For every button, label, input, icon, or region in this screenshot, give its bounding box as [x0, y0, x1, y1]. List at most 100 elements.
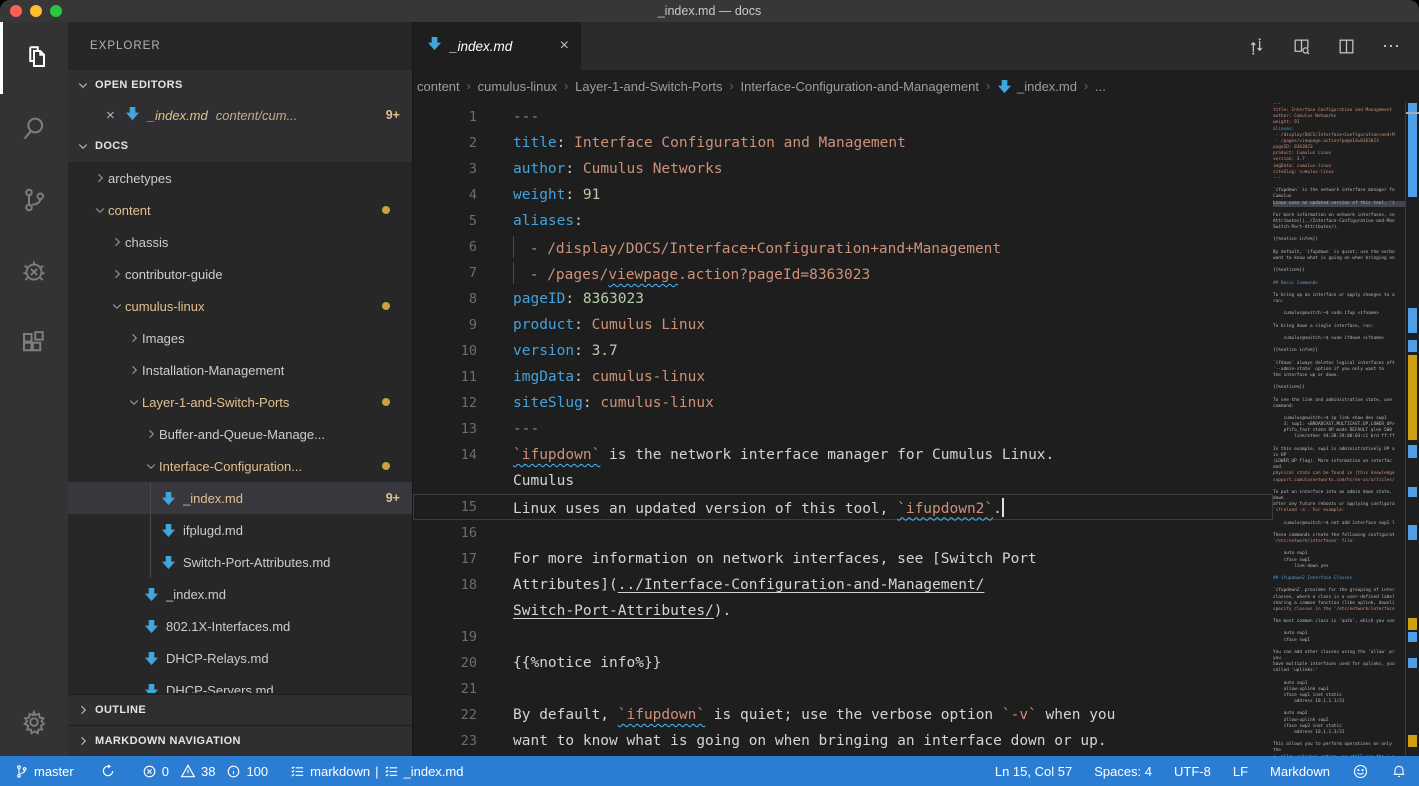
line-number: 15 — [413, 499, 477, 515]
indentation-item[interactable]: Spaces: 4 — [1094, 764, 1152, 779]
tree-folder-chassis[interactable]: chassis — [68, 226, 412, 258]
open-preview-icon[interactable] — [1292, 37, 1311, 56]
open-editor-entry[interactable]: × _index.md content/cum... 9+ — [68, 100, 412, 130]
editor-line-current[interactable]: 15Linux uses an updated version of this … — [413, 494, 1273, 520]
editor-line[interactable]: 10version: 3.7 — [413, 338, 1273, 364]
docs-section-header[interactable]: DOCS — [68, 130, 412, 162]
info-marker — [1408, 340, 1417, 352]
editor-line[interactable]: 4weight: 91 — [413, 182, 1273, 208]
line-number: 13 — [413, 421, 477, 437]
editor-line[interactable]: 12siteSlug: cumulus-linux — [413, 390, 1273, 416]
chevron-right-icon — [109, 236, 125, 248]
open-changes-icon[interactable] — [1247, 37, 1266, 56]
editor-line[interactable]: 1--- — [413, 104, 1273, 130]
tree-folder-images[interactable]: Images — [68, 322, 412, 354]
editor-line[interactable]: 6 - /display/DOCS/Interface+Configuratio… — [413, 234, 1273, 260]
markdownlint-item[interactable]: markdown | _index.md — [290, 764, 463, 779]
editor-line[interactable]: 14`ifupdown` is the network interface ma… — [413, 442, 1273, 468]
editor-line[interactable]: 17For more information on network interf… — [413, 546, 1273, 572]
sidebar-item-search[interactable] — [0, 94, 68, 166]
editor-line[interactable]: 18Attributes](../Interface-Configuration… — [413, 572, 1273, 598]
editor-line[interactable]: 7 - /pages/viewpage.action?pageId=836302… — [413, 260, 1273, 286]
line-number: 6 — [413, 239, 477, 255]
editor-line[interactable]: 5aliases: — [413, 208, 1273, 234]
close-editor-icon[interactable]: × — [106, 107, 115, 124]
overview-ruler[interactable] — [1405, 102, 1419, 756]
line-content: title: Interface Configuration and Manag… — [477, 135, 906, 151]
tab-bar: _index.md × — [413, 22, 1419, 70]
editor-line[interactable]: 8pageID: 8363023 — [413, 286, 1273, 312]
tree-folder-contributor-guide[interactable]: contributor-guide — [68, 258, 412, 290]
text-cursor — [1002, 498, 1004, 517]
tree-file-switch-port-attributes-md[interactable]: Switch-Port-Attributes.md — [68, 546, 412, 578]
breadcrumb-item--index-md[interactable]: _index.md — [997, 79, 1077, 94]
indent-guide — [513, 236, 521, 258]
tree-file-ifplugd-md[interactable]: ifplugd.md — [68, 514, 412, 546]
explorer-sidebar: EXPLORER OPEN EDITORS × _index.md conten… — [68, 22, 412, 756]
markdown-navigation-section-header[interactable]: MARKDOWN NAVIGATION — [68, 725, 412, 756]
tree-file--index-md[interactable]: _index.md — [68, 578, 412, 610]
cursor-position-item[interactable]: Ln 15, Col 57 — [995, 764, 1072, 779]
tree-folder-cumulus-linux[interactable]: cumulus-linux — [68, 290, 412, 322]
problems-item[interactable]: 0 38 100 — [142, 763, 268, 779]
editor-line[interactable]: 21 — [413, 676, 1273, 702]
editor-line[interactable]: Switch-Port-Attributes/). — [413, 598, 1273, 624]
more-actions-icon[interactable]: ⋯ — [1382, 36, 1401, 57]
manage-settings-button[interactable] — [0, 692, 68, 756]
outline-section-header[interactable]: OUTLINE — [68, 694, 412, 725]
breadcrumb-item-interface-configuration-and-management[interactable]: Interface-Configuration-and-Management — [741, 79, 979, 94]
bell-icon — [1391, 763, 1407, 779]
line-content: want to know what is going on when bring… — [477, 733, 1107, 749]
notifications-item[interactable] — [1391, 763, 1407, 779]
editor-line[interactable]: 19 — [413, 624, 1273, 650]
tab-index-md[interactable]: _index.md × — [413, 22, 581, 70]
breadcrumb-item-content[interactable]: content — [417, 79, 460, 94]
editor-line[interactable]: 11imgData: cumulus-linux — [413, 364, 1273, 390]
chevron-right-icon — [92, 172, 108, 184]
tree-folder-buffer-and-queue-manage-[interactable]: Buffer-and-Queue-Manage... — [68, 418, 412, 450]
tree-file-dhcp-relays-md[interactable]: DHCP-Relays.md — [68, 642, 412, 674]
chevron-down-icon — [77, 140, 89, 152]
tree-folder-installation-management[interactable]: Installation-Management — [68, 354, 412, 386]
breadcrumb-item-layer-1-and-switch-ports[interactable]: Layer-1-and-Switch-Ports — [575, 79, 722, 94]
close-tab-icon[interactable]: × — [558, 37, 571, 55]
language-mode-item[interactable]: Markdown — [1270, 764, 1330, 779]
git-branch-item[interactable]: master — [14, 764, 74, 779]
editor-line[interactable]: Cumulus — [413, 468, 1273, 494]
breadcrumb-separator: › — [564, 79, 568, 93]
editor-line[interactable]: 23want to know what is going on when bri… — [413, 728, 1273, 754]
open-editors-header[interactable]: OPEN EDITORS — [68, 70, 412, 100]
eol-item[interactable]: LF — [1233, 764, 1248, 779]
sync-item[interactable] — [100, 763, 116, 779]
editor-line[interactable]: 3author: Cumulus Networks — [413, 156, 1273, 182]
open-editor-filename: _index.md — [148, 108, 208, 123]
tree-file--index-md[interactable]: _index.md9+ — [68, 482, 412, 514]
feedback-item[interactable] — [1352, 763, 1369, 780]
sidebar-item-extensions[interactable] — [0, 310, 68, 382]
encoding-item[interactable]: UTF-8 — [1174, 764, 1211, 779]
sidebar-item-source-control[interactable] — [0, 166, 68, 238]
tree-folder-layer-1-and-switch-ports[interactable]: Layer-1-and-Switch-Ports — [68, 386, 412, 418]
chevron-right-icon — [77, 735, 89, 747]
tree-folder-archetypes[interactable]: archetypes — [68, 162, 412, 194]
window-title: _index.md — docs — [0, 4, 1419, 18]
sidebar-item-debug[interactable] — [0, 238, 68, 310]
breadcrumb-item-cumulus-linux[interactable]: cumulus-linux — [478, 79, 557, 94]
tree-file-802-1x-interfaces-md[interactable]: 802.1X-Interfaces.md — [68, 610, 412, 642]
tree-folder-content[interactable]: content — [68, 194, 412, 226]
editor-pane[interactable]: 1---2title: Interface Configuration and … — [413, 102, 1419, 756]
minimap[interactable]: ---title: Interface Configuration and Ma… — [1273, 102, 1405, 756]
editor-line[interactable]: 22By default, `ifupdown` is quiet; use t… — [413, 702, 1273, 728]
tree-file-dhcp-servers-md[interactable]: DHCP-Servers.md — [68, 674, 412, 693]
titlebar: _index.md — docs — [0, 0, 1419, 22]
editor-line[interactable]: 20{{%notice info%}} — [413, 650, 1273, 676]
breadcrumb-item--[interactable]: ... — [1095, 79, 1106, 94]
editor-line[interactable]: 16 — [413, 520, 1273, 546]
sidebar-item-explorer[interactable] — [0, 22, 68, 94]
tree-folder-interface-configuration-[interactable]: Interface-Configuration... — [68, 450, 412, 482]
editor-line[interactable]: 13--- — [413, 416, 1273, 442]
editor-line[interactable]: 9product: Cumulus Linux — [413, 312, 1273, 338]
split-editor-icon[interactable] — [1337, 37, 1356, 56]
source-control-icon — [19, 185, 49, 220]
editor-line[interactable]: 2title: Interface Configuration and Mana… — [413, 130, 1273, 156]
